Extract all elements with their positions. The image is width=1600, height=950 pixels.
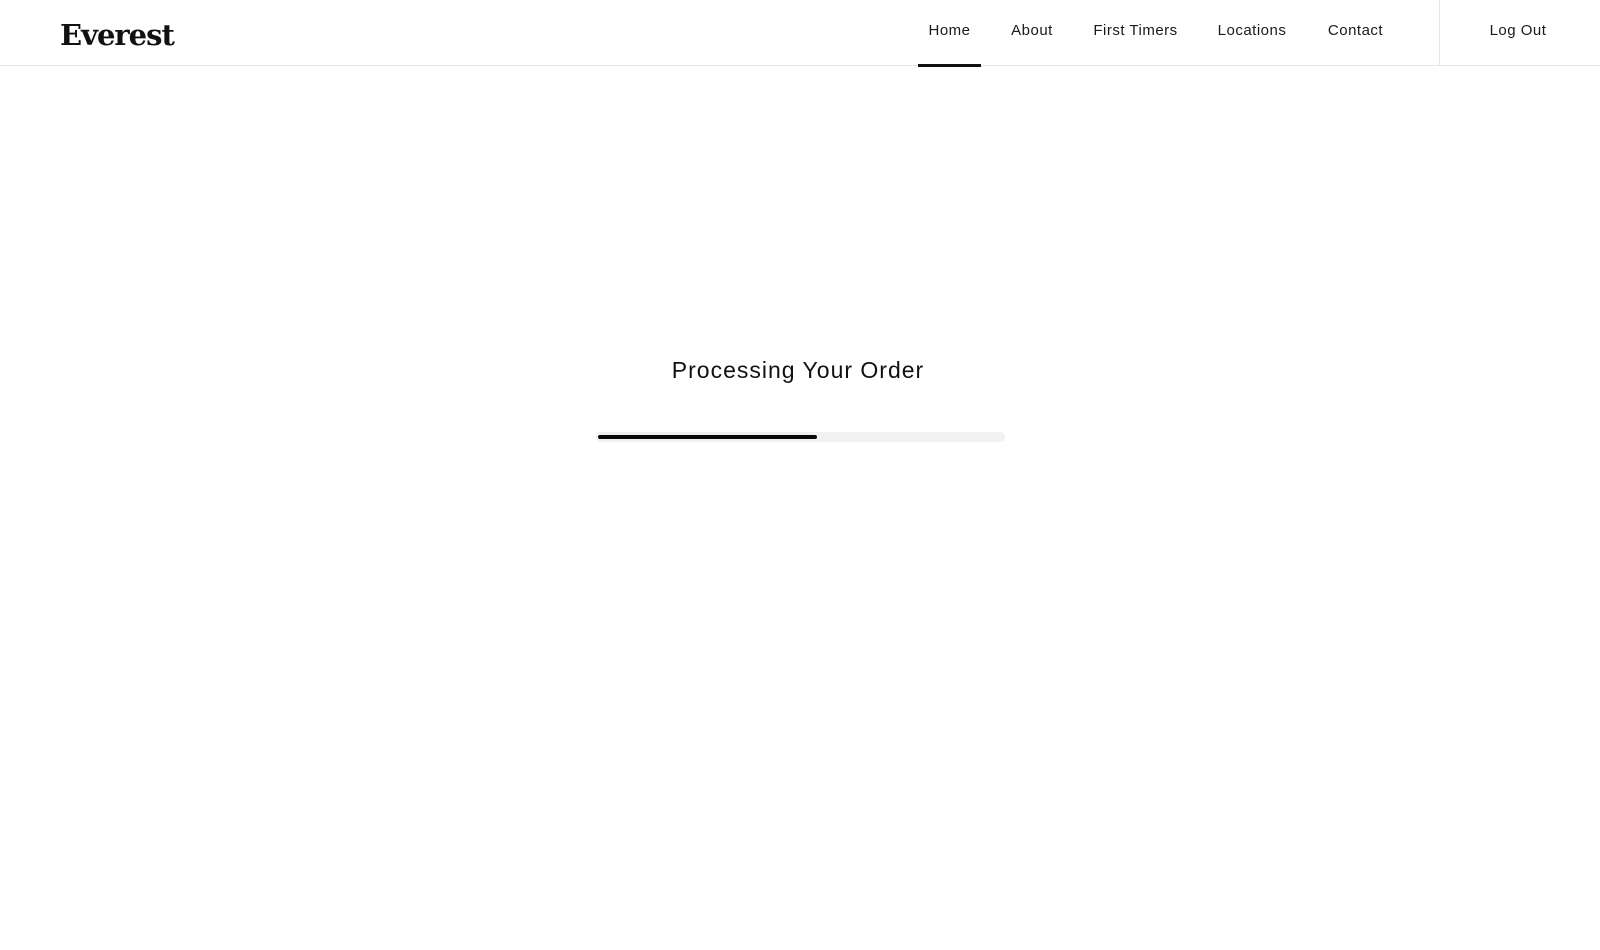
- log-out-link[interactable]: Log Out: [1479, 0, 1557, 67]
- nav-divider: [1439, 0, 1440, 66]
- nav-locations-link[interactable]: Locations: [1209, 0, 1295, 67]
- processing-heading: Processing Your Order: [0, 357, 1600, 384]
- order-progress-bar: [596, 432, 1005, 442]
- nav-about-link[interactable]: About: [1000, 0, 1064, 67]
- page-title: Processing Your Order: [671, 357, 925, 383]
- site-header: Everest Home About First Timers Location…: [0, 0, 1600, 67]
- order-progress-fill: [598, 435, 817, 439]
- everest-logo[interactable]: Everest: [60, 16, 175, 54]
- nav-home-link[interactable]: Home: [918, 0, 981, 67]
- nav-first-timers-link[interactable]: First Timers: [1086, 0, 1185, 67]
- nav-contact-link[interactable]: Contact: [1318, 0, 1393, 67]
